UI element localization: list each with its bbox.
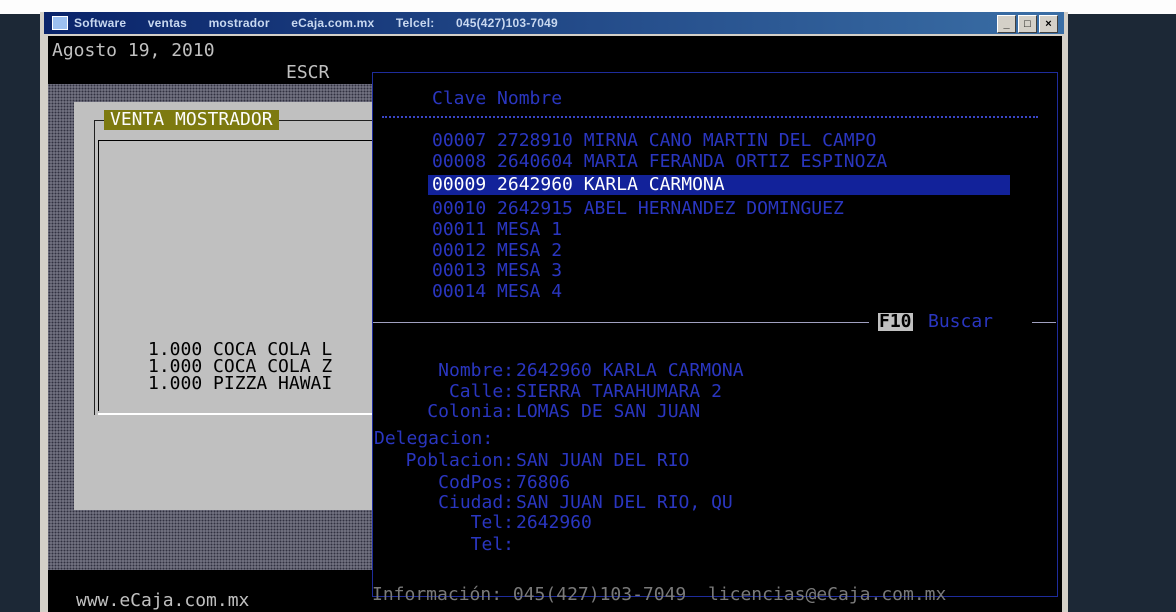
footer-website: www.eCaja.com.mx (76, 590, 250, 611)
current-date: Agosto 19, 2010 (52, 40, 215, 61)
app-icon (52, 16, 68, 30)
customer-row[interactable]: 00008 2640604 MARIA FERANDA ORTIZ ESPINO… (432, 153, 887, 171)
customer-list-header: Clave Nombre (432, 88, 563, 109)
field-label: Tel: (470, 534, 514, 555)
search-label[interactable]: Buscar (928, 313, 993, 331)
customer-row[interactable]: 00012 MESA 2 (432, 242, 562, 260)
customer-row[interactable]: 00010 2642915 ABEL HERNANDEZ DOMINGUEZ (432, 200, 844, 218)
console-screen: Agosto 19, 2010 ESCR VENTA MOSTRADOR 1.0… (48, 36, 1062, 612)
list-divider-end (1032, 322, 1056, 323)
selected-row-text: 00009 2642960 KARLA CARMONA (432, 174, 725, 195)
minimize-button[interactable]: _ (997, 15, 1016, 33)
customer-row-selected[interactable]: 00009 2642960 KARLA CARMONA (428, 175, 1010, 195)
field-label: CodPos: (438, 472, 514, 493)
maximize-button[interactable]: □ (1018, 15, 1037, 33)
field-label: Poblacion: (405, 450, 514, 471)
sale-title: VENTA MOSTRADOR (104, 110, 279, 130)
field-label: Nombre: (438, 360, 514, 381)
field-label: Tel: (470, 512, 514, 533)
field-value: 2642960 (516, 512, 592, 533)
sale-item[interactable]: 1.000 PIZZA HAWAI (148, 375, 332, 393)
field-value: 76806 (516, 472, 571, 493)
field-value: SAN JUAN DEL RIO, QU (516, 492, 733, 513)
f10-key-hint[interactable]: F10 (878, 313, 913, 331)
window-titlebar[interactable]: Software ventas mostrador eCaja.com.mx T… (44, 12, 1064, 34)
customer-row[interactable]: 00011 MESA 1 (432, 221, 562, 239)
list-divider (373, 322, 869, 323)
field-value: LOMAS DE SAN JUAN (516, 401, 701, 422)
field-label: Ciudad: (438, 492, 514, 513)
customer-row[interactable]: 00013 MESA 3 (432, 262, 562, 280)
window-title: Software ventas mostrador eCaja.com.mx T… (74, 16, 558, 30)
footer-info: Información: 045(427)103-7049 licencias@… (372, 584, 947, 605)
customer-row[interactable]: 00007 2728910 MIRNA CANO MARTIN DEL CAMP… (432, 132, 876, 150)
window-controls: _ □ × (997, 15, 1058, 33)
field-value: 2642960 KARLA CARMONA (516, 360, 744, 381)
field-label: Colonia: (427, 401, 514, 422)
screen-label: ESCR (286, 62, 330, 83)
field-label: Calle: (448, 381, 514, 402)
field-label: Delegacion: (374, 428, 494, 449)
sale-frame-highlight (98, 413, 372, 415)
field-value: SAN JUAN DEL RIO (516, 450, 690, 471)
field-value: SIERRA TARAHUMARA 2 (516, 381, 722, 402)
header-separator (382, 116, 1038, 118)
close-button[interactable]: × (1039, 15, 1058, 33)
customer-row[interactable]: 00014 MESA 4 (432, 283, 562, 301)
